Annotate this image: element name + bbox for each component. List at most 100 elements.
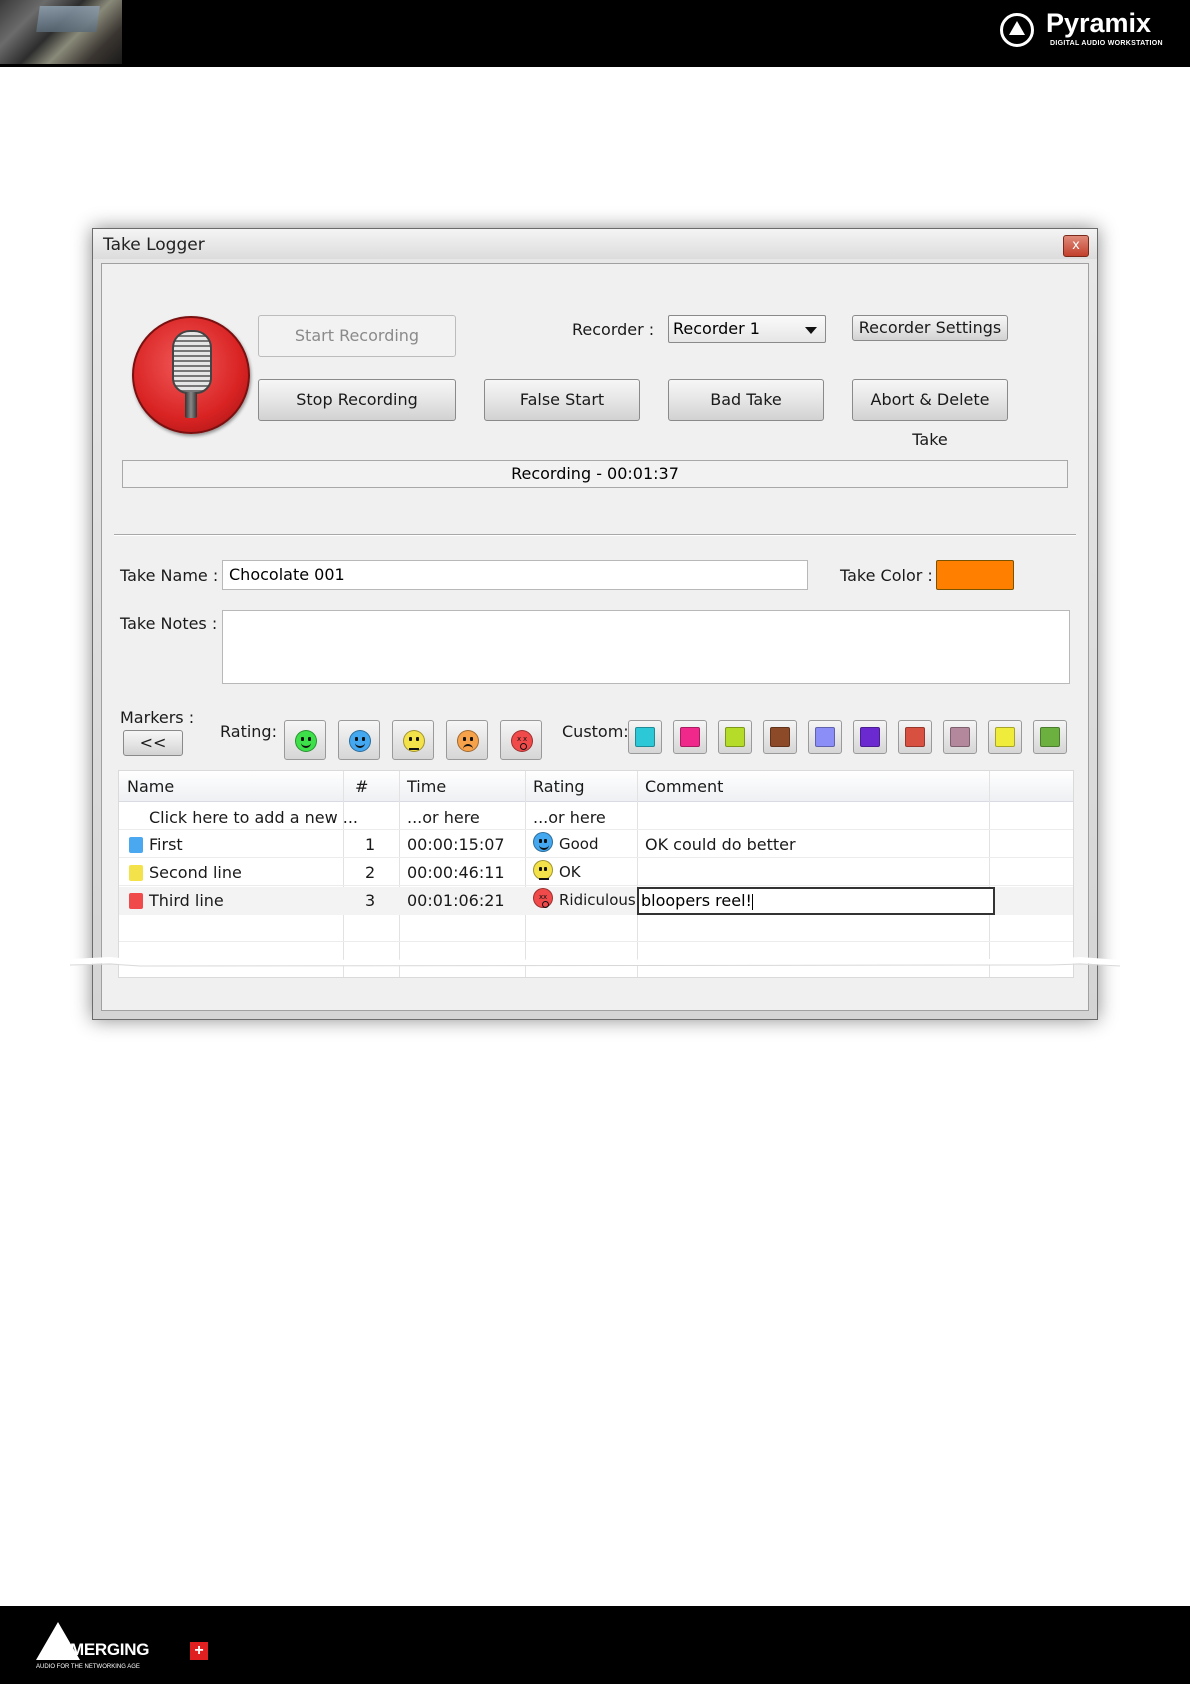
recording-status-bar: Recording - 00:01:37 — [122, 460, 1068, 488]
custom-color-button-4[interactable] — [763, 720, 797, 754]
markers-label: Markers : — [120, 708, 195, 727]
column-header-number[interactable]: # — [355, 777, 368, 796]
sad-face-icon — [457, 730, 479, 752]
custom-color-button-1[interactable] — [628, 720, 662, 754]
table-row[interactable]: First 1 00:00:15:07 Good OK could do better — [119, 831, 1073, 859]
column-header-time[interactable]: Time — [407, 777, 446, 796]
comment-edit-text: bloopers reel! — [641, 891, 752, 910]
row-rating-cell[interactable]: Ridiculous — [559, 891, 636, 909]
very-happy-face-icon — [295, 730, 317, 752]
custom-color-button-3[interactable] — [718, 720, 752, 754]
add-row-time-cell[interactable]: ...or here — [407, 808, 480, 827]
rating-button-3[interactable] — [392, 720, 434, 760]
close-icon[interactable]: x — [1063, 235, 1089, 257]
window-titlebar[interactable]: Take Logger x — [93, 229, 1097, 259]
row-number-cell[interactable]: 2 — [365, 863, 375, 882]
abort-delete-take-button[interactable]: Abort & Delete Take — [852, 379, 1008, 449]
custom-color-button-8[interactable] — [943, 720, 977, 754]
custom-color-swatch — [950, 727, 970, 747]
neutral-face-icon — [403, 730, 425, 752]
false-start-button[interactable]: False Start — [484, 379, 640, 421]
row-name-cell[interactable]: First — [149, 835, 183, 854]
row-rating-face — [533, 860, 553, 880]
start-recording-button[interactable]: Start Recording — [258, 315, 456, 357]
column-header-rating[interactable]: Rating — [533, 777, 585, 796]
merging-logo-subtitle: AUDIO FOR THE NETWORKING AGE — [36, 1664, 140, 1670]
row-color-swatch — [129, 893, 143, 909]
custom-color-button-10[interactable] — [1033, 720, 1067, 754]
rating-button-2[interactable] — [338, 720, 380, 760]
rating-button-5[interactable]: xx — [500, 720, 542, 760]
custom-color-swatch — [815, 727, 835, 747]
row-color-swatch — [129, 837, 143, 853]
row-name-cell[interactable]: Third line — [149, 891, 224, 910]
rating-button-1[interactable] — [284, 720, 326, 760]
custom-color-swatch — [635, 727, 655, 747]
custom-color-button-9[interactable] — [988, 720, 1022, 754]
rating-label: Rating: — [220, 722, 277, 741]
take-color-picker[interactable] — [936, 560, 1014, 590]
neutral-face-icon — [533, 860, 553, 880]
row-comment-cell[interactable]: OK could do better — [645, 835, 796, 854]
column-header-name[interactable]: Name — [127, 777, 174, 796]
rating-button-4[interactable] — [446, 720, 488, 760]
pyramix-logo: Pyramix DIGITAL AUDIO WORKSTATION — [1000, 8, 1180, 54]
row-time-cell[interactable]: 00:00:15:07 — [407, 835, 505, 854]
recorder-settings-button[interactable]: Recorder Settings — [852, 315, 1008, 341]
custom-color-swatch — [905, 727, 925, 747]
merging-plus-icon: + — [190, 1642, 208, 1660]
take-name-input[interactable]: Chocolate 001 — [222, 560, 808, 590]
take-color-label: Take Color : — [840, 566, 933, 585]
take-logger-window: Take Logger x Start Recording Stop Recor… — [92, 228, 1098, 1020]
column-header-comment[interactable]: Comment — [645, 777, 723, 796]
table-header: Name # Time Rating Comment — [119, 771, 1073, 802]
studio-thumbnail-image — [0, 0, 122, 64]
row-number-cell[interactable]: 1 — [365, 835, 375, 854]
custom-color-button-2[interactable] — [673, 720, 707, 754]
custom-color-swatch — [725, 727, 745, 747]
custom-color-button-7[interactable] — [898, 720, 932, 754]
happy-face-icon — [533, 832, 553, 852]
row-time-cell[interactable]: 00:00:46:11 — [407, 863, 505, 882]
row-rating-cell[interactable]: OK — [559, 863, 581, 881]
pyramix-logo-icon — [1000, 13, 1034, 47]
custom-color-button-5[interactable] — [808, 720, 842, 754]
table-row[interactable]: Second line 2 00:00:46:11 OK — [119, 859, 1073, 887]
window-title: Take Logger — [103, 235, 205, 255]
add-row-name-cell[interactable]: Click here to add a new ... — [149, 808, 358, 827]
take-notes-input[interactable] — [222, 610, 1070, 684]
chevron-down-icon — [805, 327, 817, 334]
pyramix-logo-text: Pyramix — [1046, 8, 1152, 38]
stop-recording-button[interactable]: Stop Recording — [258, 379, 456, 421]
row-time-cell[interactable]: 00:01:06:21 — [407, 891, 505, 910]
custom-color-button-6[interactable] — [853, 720, 887, 754]
custom-color-swatch — [770, 727, 790, 747]
recorder-select-value: Recorder 1 — [673, 319, 760, 338]
custom-color-swatch — [1040, 727, 1060, 747]
add-row-rating-cell[interactable]: ...or here — [533, 808, 606, 827]
bad-take-button[interactable]: Bad Take — [668, 379, 824, 421]
happy-face-icon — [349, 730, 371, 752]
merging-logo: MERGING + AUDIO FOR THE NETWORKING AGE — [34, 1622, 234, 1674]
row-name-cell[interactable]: Second line — [149, 863, 242, 882]
dead-face-icon: xx — [533, 888, 553, 908]
takes-table: Name # Time Rating Comment Click here to… — [118, 770, 1074, 978]
page-header: Pyramix DIGITAL AUDIO WORKSTATION — [0, 0, 1190, 67]
row-rating-face: xx — [533, 888, 553, 908]
markers-back-button[interactable]: << — [123, 730, 183, 756]
custom-label: Custom: — [562, 722, 629, 741]
row-rating-cell[interactable]: Good — [559, 835, 599, 853]
merging-logo-text: MERGING — [70, 1640, 150, 1659]
recorder-select[interactable]: Recorder 1 — [668, 315, 826, 343]
comment-edit-field[interactable]: bloopers reel! — [637, 887, 995, 915]
window-client-area: Start Recording Stop Recording False Sta… — [101, 263, 1089, 1011]
dead-face-icon: xx — [511, 730, 533, 752]
take-name-label: Take Name : — [120, 566, 219, 585]
microphone-icon — [132, 316, 250, 434]
pyramix-logo-subtitle: DIGITAL AUDIO WORKSTATION — [1050, 40, 1163, 47]
take-notes-label: Take Notes : — [120, 614, 218, 633]
section-divider — [114, 534, 1076, 536]
table-row[interactable]: Third line 3 00:01:06:21 x x Ridiculous bloope… — [119, 887, 1073, 915]
row-color-swatch — [129, 865, 143, 881]
row-number-cell[interactable]: 3 — [365, 891, 375, 910]
